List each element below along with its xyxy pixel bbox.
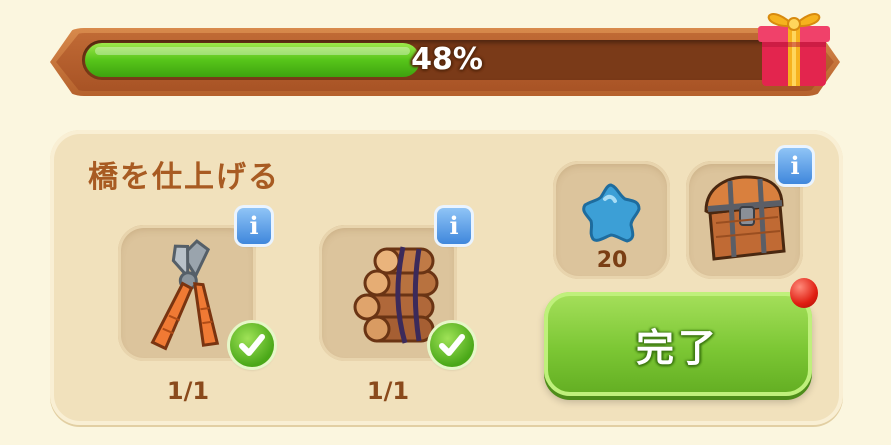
- complete-button[interactable]: 完了: [544, 292, 812, 396]
- star-count: 20: [596, 248, 628, 273]
- info-button[interactable]: i: [778, 148, 812, 184]
- progress-percent: 48%: [411, 42, 483, 77]
- item-count: 1/1: [366, 377, 410, 405]
- info-button[interactable]: i: [437, 208, 471, 244]
- info-button[interactable]: i: [237, 208, 271, 244]
- check-icon: [230, 323, 274, 367]
- notification-dot: [790, 278, 818, 308]
- check-icon: [430, 323, 474, 367]
- task-title: 橋を仕上げる: [88, 160, 280, 195]
- gift-icon[interactable]: [752, 0, 836, 92]
- item-count: 1/1: [166, 377, 210, 405]
